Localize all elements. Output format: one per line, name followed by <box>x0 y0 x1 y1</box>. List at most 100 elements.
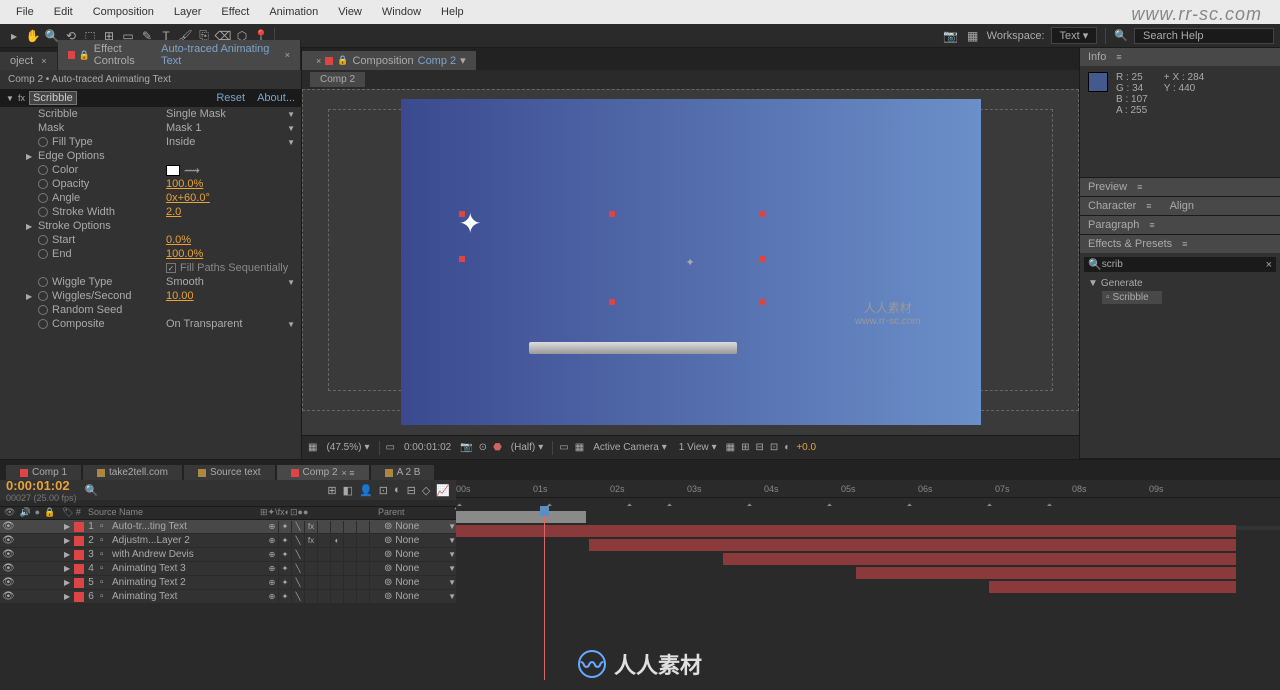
layer-row[interactable]: 👁 ▶ 5 ▫ Animating Text 2 ⊕ ✦ ╲ ⊚None▼ <box>0 576 456 590</box>
layer-name[interactable]: Adjustm...Layer 2 <box>110 535 266 546</box>
layer-handle[interactable] <box>759 256 765 262</box>
frame-blend-icon[interactable]: ⊡ <box>379 484 388 497</box>
shy-switch[interactable]: ⊕ <box>266 591 279 603</box>
layer-row[interactable]: 👁 ▶ 4 ▫ Animating Text 3 ⊕ ✦ ╲ ⊚None▼ <box>0 562 456 576</box>
collapse-switch[interactable]: ✦ <box>279 535 292 547</box>
layer-handle[interactable] <box>759 299 765 305</box>
comp-mini-flowchart-icon[interactable]: ⊞ <box>327 484 336 497</box>
menu-animation[interactable]: Animation <box>261 4 326 20</box>
stopwatch-icon[interactable] <box>38 165 48 175</box>
pickwhip-icon[interactable]: ⊚ <box>384 549 392 560</box>
layer-handle[interactable] <box>459 256 465 262</box>
fx-switch[interactable]: fx <box>305 535 318 547</box>
shy-switch[interactable]: ⊕ <box>266 577 279 589</box>
property-value[interactable]: 100.0% <box>166 248 295 260</box>
preset-category-generate[interactable]: ▼Generate <box>1088 278 1272 289</box>
eyedropper-icon[interactable]: ⟿ <box>184 164 200 177</box>
menu-composition[interactable]: Composition <box>85 4 162 20</box>
layer-duration-bar[interactable] <box>589 539 1236 551</box>
close-icon[interactable]: × <box>285 50 290 60</box>
preview-panel-header[interactable]: Preview≡ <box>1080 178 1280 196</box>
motion-blur-switch[interactable] <box>331 591 344 603</box>
pixel-aspect-icon[interactable]: ▦ <box>726 442 735 453</box>
align-title[interactable]: Align <box>1170 200 1194 212</box>
magnification-dropdown[interactable]: (47.5%) ▾ <box>323 442 372 453</box>
workspace-dropdown[interactable]: Text ▾ <box>1051 27 1098 44</box>
character-panel-header[interactable]: Character≡Align <box>1080 197 1280 215</box>
property-value[interactable]: 100.0% <box>166 178 295 190</box>
frame-blend-switch[interactable] <box>318 521 331 533</box>
twirl-icon[interactable]: ▶ <box>64 564 70 573</box>
layer-duration-bar[interactable] <box>989 581 1236 593</box>
paragraph-panel-header[interactable]: Paragraph≡ <box>1080 216 1280 234</box>
lock-icon[interactable]: 🔒 <box>79 50 90 61</box>
twirl-icon[interactable]: ▶ <box>64 578 70 587</box>
project-tab[interactable]: oject× <box>0 52 58 70</box>
motion-blur-switch[interactable] <box>331 521 344 533</box>
timeline-search-icon[interactable]: 🔍 <box>85 484 95 497</box>
timecode-display[interactable]: 0:00:01:02 <box>401 442 454 453</box>
parent-dropdown[interactable]: None <box>395 535 419 546</box>
flowchart-icon[interactable]: ⊡ <box>770 442 778 453</box>
property-dropdown[interactable]: On Transparent▼ <box>166 318 295 330</box>
solo-column-icon[interactable]: ● <box>35 507 40 519</box>
layer-name[interactable]: with Andrew Devis <box>110 549 266 560</box>
quality-switch[interactable]: ╲ <box>292 563 305 575</box>
fx-switch[interactable] <box>305 563 318 575</box>
close-icon[interactable]: × <box>41 56 46 66</box>
shy-switch[interactable]: ⊕ <box>266 521 279 533</box>
anchor-point-icon[interactable]: ✦ <box>686 256 696 266</box>
twirl-icon[interactable]: ▶ <box>64 522 70 531</box>
3d-switch[interactable] <box>357 549 370 561</box>
exposure-value[interactable]: +0.0 <box>796 442 816 453</box>
layer-track[interactable] <box>456 510 1280 524</box>
twirl-icon[interactable]: ▶ <box>26 292 34 301</box>
checkbox[interactable]: ✓ <box>166 263 176 273</box>
3d-switch[interactable] <box>357 535 370 547</box>
cti-head-icon[interactable] <box>540 506 549 516</box>
lock-column-icon[interactable]: 🔒 <box>44 507 55 519</box>
twirl-icon[interactable]: ▼ <box>6 94 14 103</box>
reset-exposure-icon[interactable]: ◐ <box>784 442 790 453</box>
region-icon[interactable]: ▭ <box>559 442 568 453</box>
color-swatch[interactable] <box>166 165 180 176</box>
layer-track[interactable] <box>456 580 1280 594</box>
fast-preview-icon[interactable]: ⊞ <box>741 442 749 453</box>
layer-handle[interactable] <box>759 211 765 217</box>
collapse-switch[interactable]: ✦ <box>279 563 292 575</box>
timeline-timecode[interactable]: 0:00:01:02 <box>6 478 77 493</box>
fx-switch[interactable] <box>305 577 318 589</box>
lock-icon[interactable]: 🔒 <box>337 55 348 66</box>
frame-blend-switch[interactable] <box>318 591 331 603</box>
selection-tool-icon[interactable]: ▸ <box>6 28 22 44</box>
twirl-icon[interactable]: ▶ <box>64 536 70 545</box>
shy-icon[interactable]: 👤 <box>359 484 373 497</box>
layer-row[interactable]: 👁 ▶ 3 ▫ with Andrew Devis ⊕ ✦ ╲ ⊚None▼ <box>0 548 456 562</box>
layer-track[interactable] <box>456 566 1280 580</box>
motion-blur-switch[interactable] <box>331 563 344 575</box>
quality-switch[interactable]: ╲ <box>292 521 305 533</box>
twirl-icon[interactable]: ▶ <box>64 592 70 601</box>
panel-menu-icon[interactable]: ≡ <box>1182 239 1187 249</box>
menu-help[interactable]: Help <box>433 4 472 20</box>
motion-blur-switch[interactable]: ◐ <box>331 535 344 547</box>
frame-blend-switch[interactable] <box>318 577 331 589</box>
pickwhip-icon[interactable]: ⊚ <box>384 591 392 602</box>
fx-switch[interactable] <box>305 591 318 603</box>
stopwatch-icon[interactable] <box>38 277 48 287</box>
audio-column-icon[interactable]: 🔊 <box>19 507 30 519</box>
draft3d-icon[interactable]: ◧ <box>343 484 353 497</box>
layer-track[interactable] <box>456 524 1280 538</box>
collapse-switch[interactable]: ✦ <box>279 577 292 589</box>
close-icon[interactable]: × <box>316 56 321 66</box>
layer-row[interactable]: 👁 ▶ 1 ▫ Auto-tr...ting Text ⊕ ✦ ╲ fx ⊚No… <box>0 520 456 534</box>
layer-row[interactable]: 👁 ▶ 2 ▫ Adjustm...Layer 2 ⊕ ✦ ╲ fx ◐ ⊚No… <box>0 534 456 548</box>
eye-icon[interactable]: 👁 <box>2 521 15 532</box>
preset-item-scribble[interactable]: ▫Scribble <box>1102 291 1162 304</box>
panel-menu-icon[interactable]: ≡ <box>1116 52 1121 62</box>
layer-color-icon[interactable] <box>74 536 84 546</box>
frame-blend-switch[interactable] <box>318 535 331 547</box>
stopwatch-icon[interactable] <box>38 291 48 301</box>
effect-controls-tab[interactable]: 🔒 Effect Controls Auto-traced Animating … <box>58 40 301 70</box>
time-ruler[interactable]: 00s01s02s03s04s05s06s07s08s09s <box>456 484 1280 498</box>
